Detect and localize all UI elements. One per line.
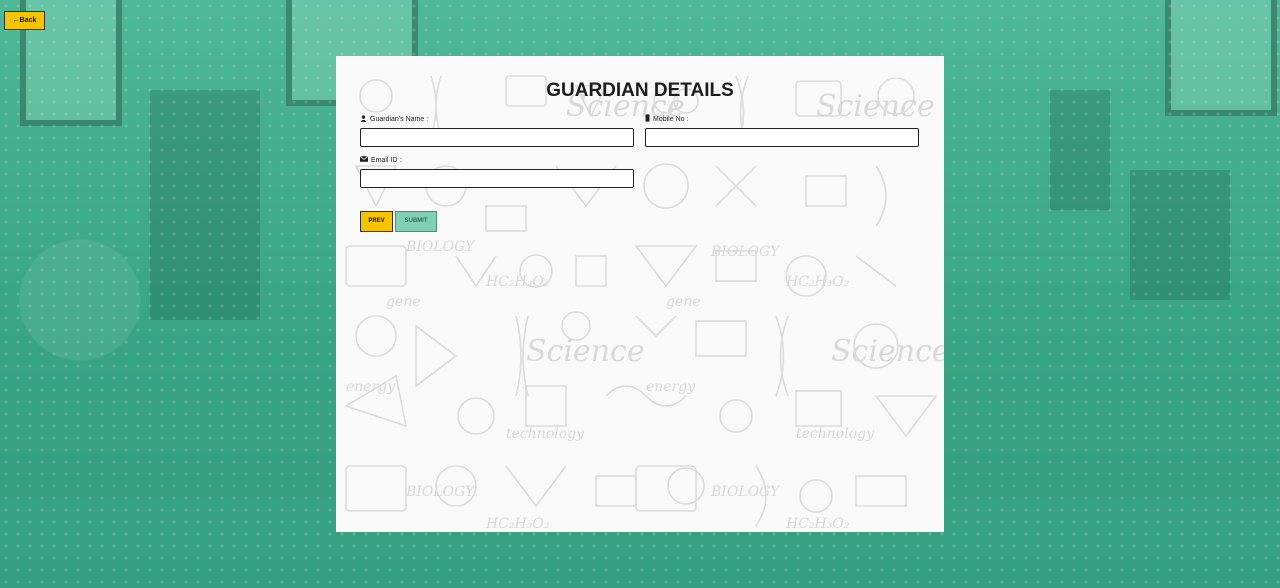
email-id-label: Email ID : bbox=[371, 156, 402, 164]
svg-text:BIOLOGY: BIOLOGY bbox=[710, 244, 781, 260]
svg-text:energy: energy bbox=[646, 379, 696, 395]
user-icon bbox=[360, 114, 367, 124]
svg-text:technology: technology bbox=[796, 426, 875, 442]
svg-text:technology: technology bbox=[506, 426, 585, 442]
email-id-label-row: Email ID : bbox=[359, 155, 634, 165]
mobile-no-label-row: Mobile No : bbox=[645, 114, 919, 124]
prev-button[interactable]: PREV bbox=[360, 211, 393, 232]
back-button[interactable]: ←Back bbox=[4, 11, 45, 30]
svg-text:HC₂H₃O₂: HC₂H₃O₂ bbox=[485, 274, 550, 290]
mobile-icon bbox=[645, 114, 650, 124]
mobile-no-field: Mobile No : bbox=[645, 114, 919, 147]
guardian-name-label: Guardian's Name : bbox=[370, 115, 429, 123]
form-title: GUARDIAN DETAILS bbox=[546, 80, 734, 101]
svg-text:gene: gene bbox=[386, 294, 421, 310]
mobile-no-input[interactable] bbox=[645, 128, 919, 147]
mobile-no-label: Mobile No : bbox=[653, 115, 689, 123]
svg-text:BIOLOGY: BIOLOGY bbox=[710, 484, 781, 500]
svg-text:Science: Science bbox=[526, 334, 645, 369]
guardian-name-label-row: Guardian's Name : bbox=[360, 114, 634, 124]
envelope-icon bbox=[359, 155, 369, 164]
svg-text:BIOLOGY: BIOLOGY bbox=[405, 484, 476, 500]
svg-text:energy: energy bbox=[346, 379, 396, 395]
svg-text:HC₂H₃O₂: HC₂H₃O₂ bbox=[785, 516, 850, 532]
svg-text:Science: Science bbox=[831, 334, 944, 369]
submit-button[interactable]: SUBMIT bbox=[395, 211, 437, 232]
svg-text:BIOLOGY: BIOLOGY bbox=[405, 239, 476, 255]
guardian-name-field: Guardian's Name : bbox=[360, 114, 634, 147]
email-id-field: Email ID : bbox=[359, 155, 634, 188]
svg-text:HC₂H₃O₂: HC₂H₃O₂ bbox=[785, 274, 850, 290]
email-id-input[interactable] bbox=[360, 169, 634, 188]
svg-text:gene: gene bbox=[666, 294, 701, 310]
guardian-name-input[interactable] bbox=[360, 128, 634, 147]
svg-text:HC₂H₃O₂: HC₂H₃O₂ bbox=[485, 516, 550, 532]
